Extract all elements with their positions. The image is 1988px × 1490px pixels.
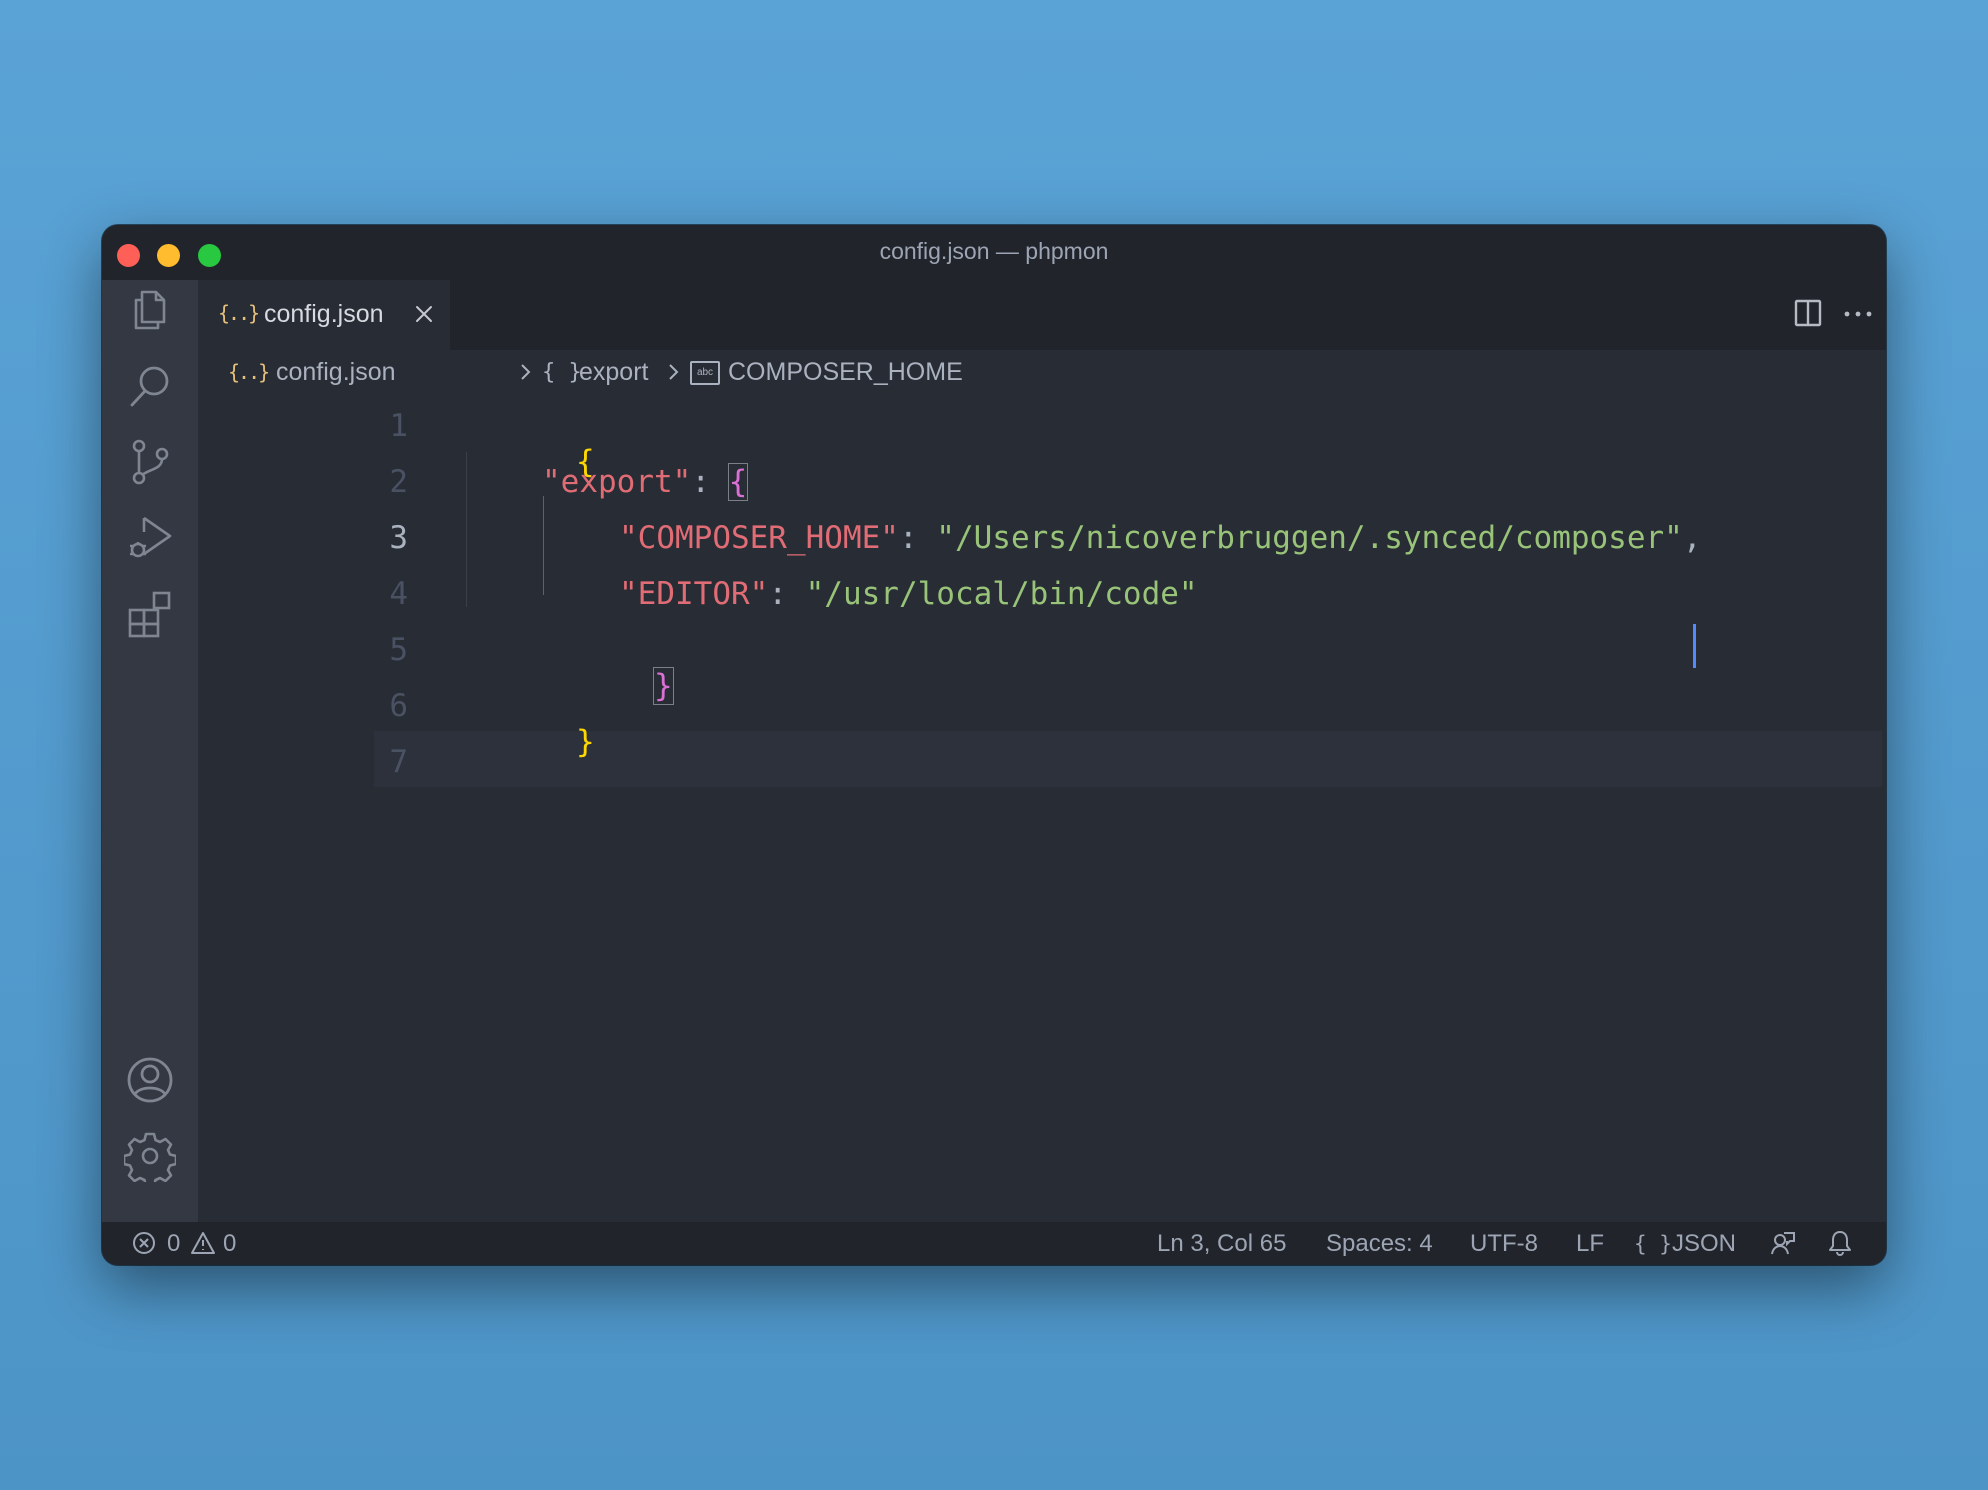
indentation-setting[interactable]: Spaces: 4 [1326,1230,1433,1258]
line-number-active: 3 [389,520,408,556]
warning-count[interactable]: 0 [223,1230,236,1258]
settings-gear-icon[interactable] [122,1130,178,1188]
account-icon[interactable] [124,1054,176,1106]
object-symbol-icon: { } [542,360,582,385]
breadcrumb-file[interactable]: config.json [276,358,396,387]
extensions-icon[interactable] [124,588,176,640]
breadcrumb: {..} config.json { } export abc COMPOSER… [198,350,1886,396]
punctuation: : [691,464,729,500]
json-key: "EDITOR" [619,576,769,612]
json-file-icon: {..} [228,360,270,384]
bracket-matched: } [653,667,674,705]
status-bar: 0 0 Ln 3, Col 65 Spaces: 4 UTF-8 LF { } … [102,1222,1886,1265]
window-title: config.json — phpmon [879,238,1109,264]
title-bar: config.json — phpmon [102,225,1886,280]
breadcrumb-property[interactable]: COMPOSER_HOME [728,358,963,387]
source-control-icon[interactable] [124,436,176,488]
line-number: 1 [389,408,408,444]
json-key: "export" [542,464,692,500]
json-string: "/usr/local/bin/code" [805,576,1198,612]
cursor-position[interactable]: Ln 3, Col 65 [1157,1230,1286,1258]
search-icon[interactable] [124,360,176,412]
json-string: "/Users/nicoverbruggen/.synced/composer" [936,520,1683,556]
warning-icon[interactable] [190,1231,216,1262]
error-icon[interactable] [132,1231,156,1262]
bracket-matched: { [727,463,749,501]
chevron-right-icon [521,364,531,380]
line-number: 4 [389,576,408,612]
feedback-icon[interactable] [1770,1230,1796,1263]
json-file-icon: {..} [218,301,260,325]
tab-bar: {..} config.json [198,280,1886,350]
string-symbol-icon: abc [690,361,720,385]
line-number: 2 [389,464,408,500]
line-number: 6 [389,688,408,724]
run-debug-icon[interactable] [124,512,176,564]
split-editor-icon[interactable] [1790,295,1826,331]
tab-config-json[interactable]: {..} config.json [198,280,450,350]
code-line-6: } [464,688,595,796]
bracket: } [575,724,595,760]
code-line-3: "COMPOSER_HOME": "/Users/nicoverbruggen/… [619,520,1702,556]
explorer-icon[interactable] [124,284,176,336]
line-ending[interactable]: LF [1576,1230,1604,1258]
punctuation: : [768,576,806,612]
line-number: 7 [389,744,408,780]
code-editor[interactable]: 1 2 3 4 5 6 7 { "export": { "COMPOSER_HO… [198,396,1886,1222]
activity-bar [102,280,198,1222]
language-icon: { } [1634,1232,1672,1256]
code-line-4: "EDITOR": "/usr/local/bin/code" [619,576,1198,612]
punctuation: , [1682,520,1702,556]
code-line-2: "export": { [542,463,749,501]
error-count[interactable]: 0 [167,1230,180,1258]
close-tab-icon[interactable] [412,302,436,326]
language-mode[interactable]: JSON [1672,1230,1736,1258]
text-cursor [1693,624,1696,668]
bell-icon[interactable] [1828,1230,1852,1263]
line-number: 5 [389,632,408,668]
punctuation: : [898,520,937,556]
more-actions-icon[interactable] [1840,295,1876,331]
tab-label: config.json [264,300,384,328]
breadcrumb-object[interactable]: export [579,358,648,387]
editor-window: config.json — phpmon {..} config.json {.… [102,225,1886,1265]
chevron-right-icon [669,364,679,380]
json-key: "COMPOSER_HOME" [619,520,899,556]
file-encoding[interactable]: UTF-8 [1470,1230,1538,1258]
